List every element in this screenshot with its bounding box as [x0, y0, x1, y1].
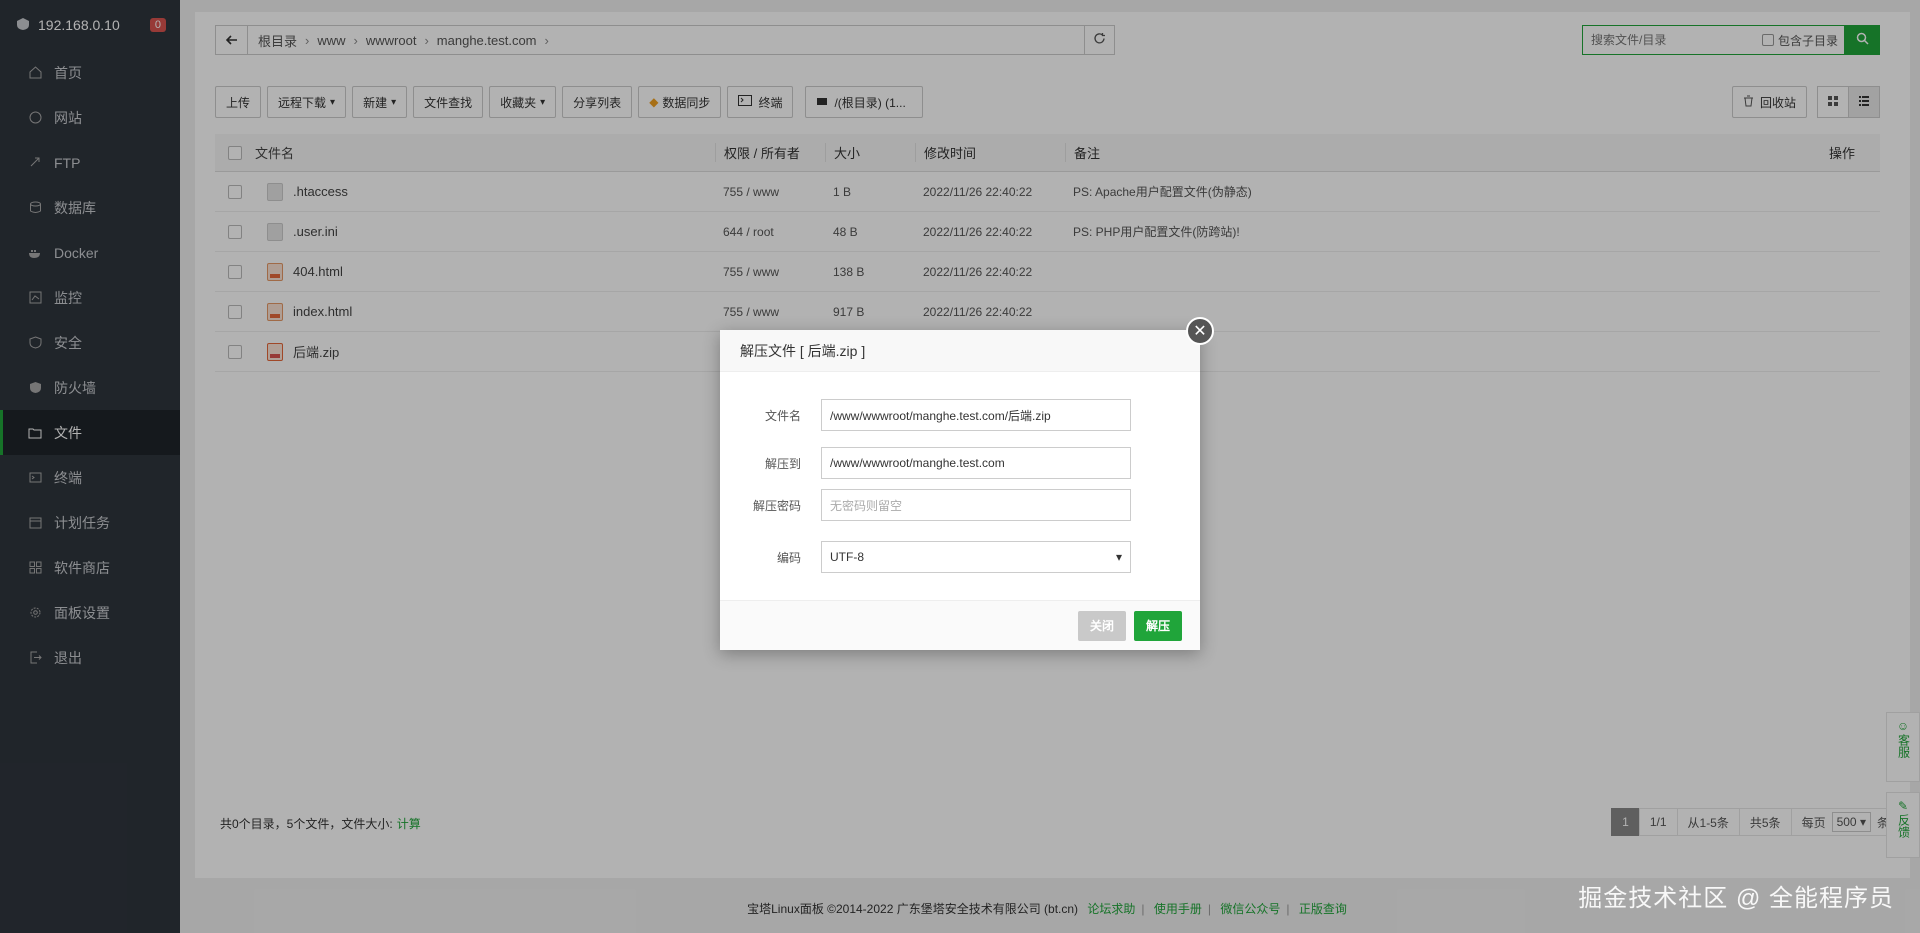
close-button[interactable]: 关闭 [1077, 610, 1126, 641]
dest-field[interactable]: /www/wwwroot/manghe.test.com [821, 447, 1131, 479]
encoding-value: UTF-8 [830, 550, 864, 564]
filename-label: 文件名 [764, 408, 801, 423]
close-icon[interactable]: ✕ [1186, 317, 1214, 345]
extract-button[interactable]: 解压 [1133, 610, 1182, 641]
encoding-row: 编码 UTF-8 ▾ [720, 540, 1200, 574]
dialog-title: 解压文件 [ 后端.zip ] [720, 330, 1200, 372]
password-row: 解压密码 无密码则留空 [720, 488, 1200, 522]
watermark: 掘金技术社区 @ 全能程序员 [1578, 885, 1894, 912]
dialog-footer: 关闭 解压 [720, 600, 1200, 650]
password-label: 解压密码 [752, 498, 801, 513]
extract-dialog: 解压文件 [ 后端.zip ] ✕ 文件名 /www/wwwroot/mangh… [720, 317, 1214, 650]
dest-row: 解压到 /www/wwwroot/manghe.test.com [720, 446, 1200, 480]
dest-label: 解压到 [764, 456, 801, 471]
encoding-label: 编码 [776, 550, 801, 565]
encoding-select[interactable]: UTF-8 ▾ [821, 541, 1131, 573]
dialog-body: 文件名 /www/wwwroot/manghe.test.com/后端.zip … [720, 372, 1200, 574]
filename-field[interactable]: /www/wwwroot/manghe.test.com/后端.zip [821, 399, 1131, 431]
filename-row: 文件名 /www/wwwroot/manghe.test.com/后端.zip [720, 398, 1200, 432]
password-field[interactable]: 无密码则留空 [821, 489, 1131, 521]
chevron-down-icon: ▾ [1115, 550, 1122, 564]
